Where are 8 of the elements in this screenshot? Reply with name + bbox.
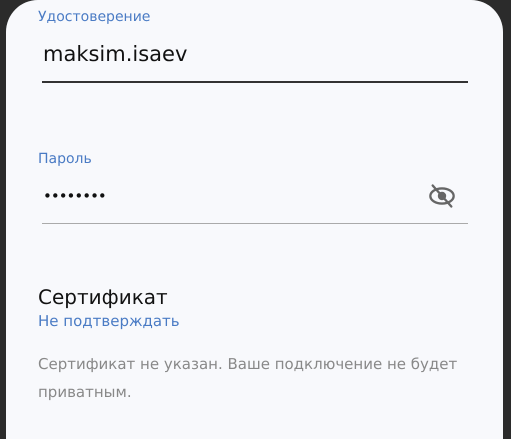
certificate-note: Сертификат не указан. Ваше подключение не будет приватным. [38, 354, 458, 403]
field-label: Удостоверение [38, 8, 152, 27]
certificate-title: Сертификат [38, 284, 168, 310]
password-field[interactable]: •••••••• [42, 169, 468, 224]
field-label: Пароль [38, 150, 93, 169]
input-field[interactable]: maksim.isaev [42, 27, 468, 83]
certificate-option[interactable]: Не подтверждать [38, 310, 180, 332]
eye-off-icon[interactable] [428, 182, 456, 210]
